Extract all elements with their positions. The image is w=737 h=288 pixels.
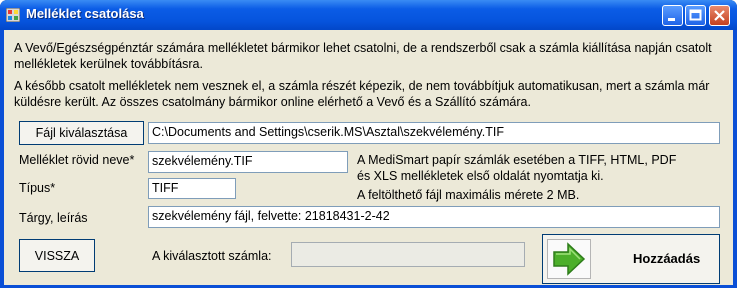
- window-title: Melléklet csatolása: [26, 6, 144, 21]
- title-bar[interactable]: Melléklet csatolása: [0, 0, 737, 30]
- note-line-2: és XLS mellékletek első oldalát nyomtatj…: [357, 169, 604, 183]
- type-label: Típus*: [19, 181, 56, 195]
- selected-invoice-label: A kiválasztott számla:: [152, 249, 272, 263]
- close-button[interactable]: [709, 5, 730, 26]
- add-button-label: Hozzáadás: [633, 251, 701, 266]
- add-button[interactable]: Hozzáadás: [542, 234, 720, 284]
- maximize-icon: [689, 9, 702, 21]
- note-line-1: A MediSmart papír számlák esetében a TIF…: [357, 153, 677, 167]
- window-frame-right: [733, 30, 737, 288]
- dialog-window: Melléklet csatolása A Vevő/Egészségpénzt…: [0, 0, 737, 288]
- short-name-field[interactable]: szekvélemény.TIF: [148, 151, 348, 173]
- app-icon: [6, 8, 20, 22]
- close-icon: [714, 10, 725, 21]
- intro-paragraph-2: A később csatolt mellékletek nem vesznek…: [14, 79, 710, 109]
- maximize-button[interactable]: [685, 5, 706, 26]
- short-name-label: Melléklet rövid neve*: [19, 153, 135, 167]
- subject-label: Tárgy, leírás: [19, 211, 88, 225]
- minimize-icon: [668, 18, 675, 21]
- selected-invoice-field: [291, 242, 525, 267]
- subject-field[interactable]: szekvélemény fájl, felvette: 21818431-2-…: [148, 206, 720, 228]
- back-button[interactable]: VISSZA: [19, 239, 95, 272]
- select-file-button[interactable]: Fájl kiválasztása: [19, 121, 144, 145]
- file-path-field[interactable]: C:\Documents and Settings\cserik.MS\Aszt…: [148, 122, 720, 144]
- note-line-3: A feltölthető fájl maximális mérete 2 MB…: [357, 188, 580, 202]
- minimize-button[interactable]: [662, 5, 683, 26]
- type-field[interactable]: TIFF: [148, 178, 236, 199]
- intro-paragraph-1: A Vevő/Egészségpénztár számára melléklet…: [14, 41, 712, 71]
- add-arrow-box: [547, 239, 591, 279]
- arrow-right-icon: [553, 242, 586, 276]
